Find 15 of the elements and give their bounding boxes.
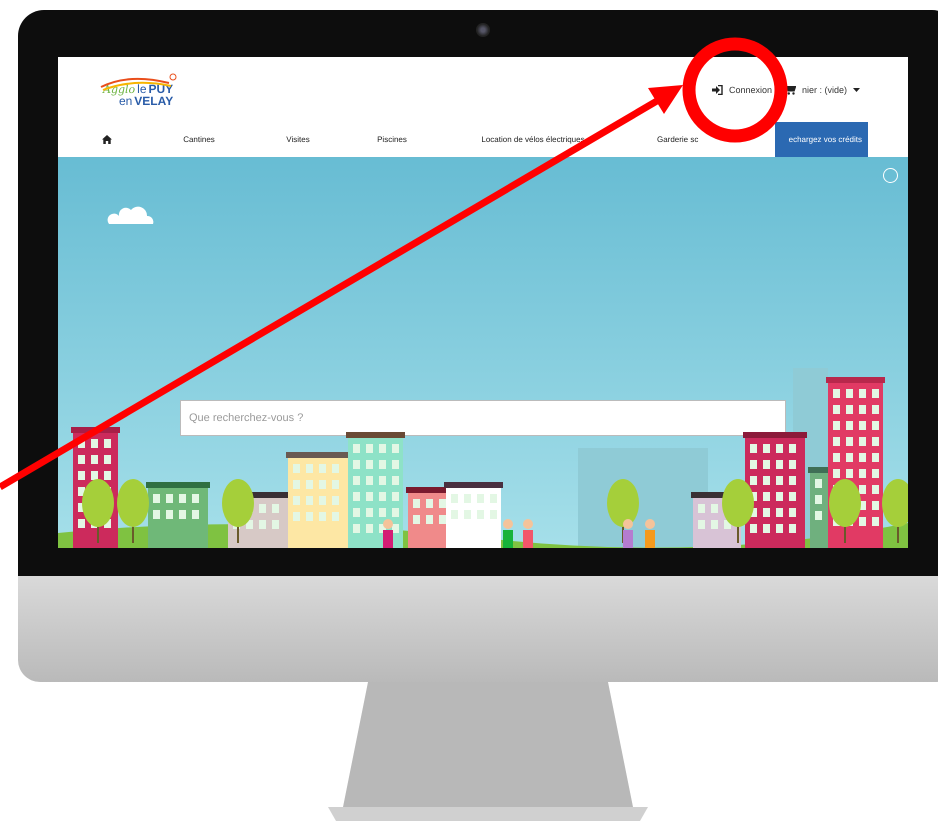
logo: Agglo le PUY en VELAY [103,72,174,106]
caret-icon [853,88,860,92]
cart-link[interactable]: nier : (vide) [784,84,860,95]
login-icon [712,84,723,94]
search-field[interactable]: Que recherchez-vous ? [180,400,786,436]
nav-link[interactable]: Garderie sc [636,135,698,144]
nav-link[interactable]: Location de vélos électriques [481,135,585,144]
home-icon[interactable] [102,135,112,144]
recharge-credits-button[interactable]: echargez vos crédits [774,122,868,157]
slider-dot-icon[interactable] [883,168,898,183]
nav-link[interactable]: Cantines [183,135,215,144]
nav-link[interactable]: Piscines [377,135,407,144]
camera-icon [476,23,490,37]
nav-link[interactable]: Visites [286,135,310,144]
login-link[interactable]: Connexion [712,84,772,94]
